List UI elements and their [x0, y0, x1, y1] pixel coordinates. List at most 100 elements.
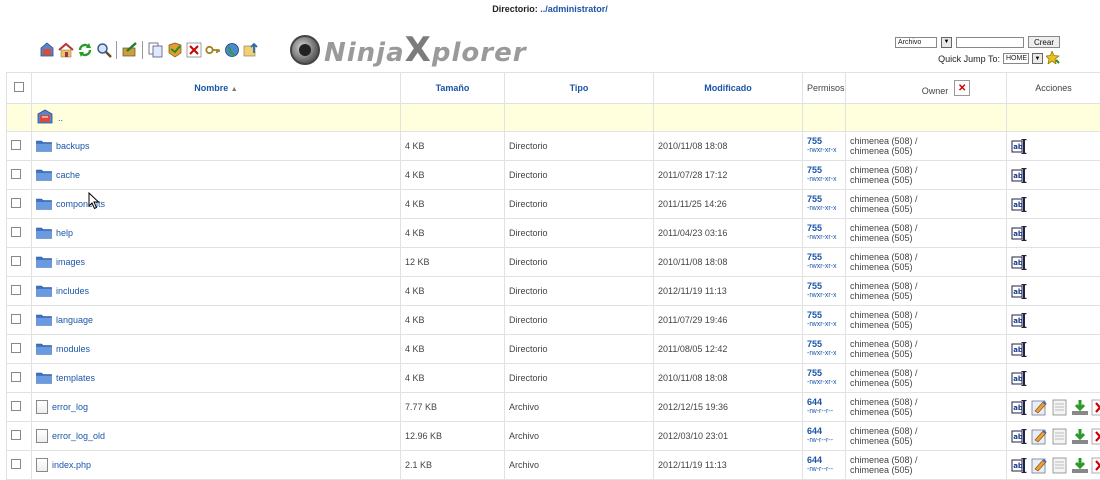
column-header-name[interactable]: Nombre ▲: [32, 73, 401, 104]
row-checkbox[interactable]: [11, 256, 21, 266]
column-header-type[interactable]: Tipo: [505, 73, 654, 104]
file-icon[interactable]: [36, 400, 48, 414]
upload-icon[interactable]: [242, 42, 259, 59]
copy-icon[interactable]: [147, 42, 164, 59]
permission-octal-link[interactable]: 755: [807, 281, 841, 291]
file-name-link[interactable]: modules: [56, 344, 90, 354]
rename-icon[interactable]: ab: [1011, 312, 1029, 329]
folder-icon[interactable]: [36, 284, 52, 299]
permission-string[interactable]: -rwxr-xr-x: [807, 146, 841, 156]
row-checkbox[interactable]: [11, 343, 21, 353]
row-checkbox[interactable]: [11, 314, 21, 324]
permission-octal-link[interactable]: 755: [807, 136, 841, 146]
file-name-link[interactable]: cache: [56, 170, 80, 180]
rename-icon[interactable]: ab: [1011, 283, 1029, 300]
permission-octal-link[interactable]: 755: [807, 165, 841, 175]
search-icon[interactable]: [95, 42, 112, 59]
view-icon[interactable]: [1051, 457, 1069, 474]
table-row[interactable]: templates4 KBDirectorio2010/11/08 18:087…: [7, 364, 1100, 393]
view-icon[interactable]: [1051, 399, 1069, 416]
parent-directory-row[interactable]: ..: [7, 104, 1100, 132]
download-icon[interactable]: [1071, 457, 1089, 474]
select-all-checkbox[interactable]: [14, 82, 24, 92]
delete-icon[interactable]: [185, 42, 202, 59]
permission-octal-link[interactable]: 755: [807, 252, 841, 262]
column-header-size[interactable]: Tamaño: [401, 73, 505, 104]
row-checkbox[interactable]: [11, 459, 21, 469]
permission-octal-link[interactable]: 755: [807, 368, 841, 378]
row-checkbox[interactable]: [11, 198, 21, 208]
quick-jump-dropdown-icon[interactable]: ▼: [1032, 53, 1043, 64]
rename-icon[interactable]: ab: [1011, 196, 1029, 213]
directory-path-link[interactable]: ../administrator/: [540, 4, 608, 14]
row-checkbox[interactable]: [11, 285, 21, 295]
row-checkbox[interactable]: [11, 372, 21, 382]
house-icon[interactable]: [57, 42, 74, 59]
edit-icon[interactable]: [1031, 428, 1049, 445]
permission-string[interactable]: -rw-r--r--: [807, 465, 841, 475]
permission-octal-link[interactable]: 755: [807, 194, 841, 204]
create-type-select[interactable]: Archivo: [895, 37, 937, 48]
rename-icon[interactable]: ab: [1011, 457, 1029, 474]
permission-string[interactable]: -rwxr-xr-x: [807, 349, 841, 359]
table-row[interactable]: backups4 KBDirectorio2010/11/08 18:08755…: [7, 132, 1100, 161]
permission-string[interactable]: -rwxr-xr-x: [807, 233, 841, 243]
folder-icon[interactable]: [36, 255, 52, 270]
table-row[interactable]: language4 KBDirectorio2011/07/29 19:4675…: [7, 306, 1100, 335]
permission-string[interactable]: -rw-r--r--: [807, 407, 841, 417]
permission-string[interactable]: -rw-r--r--: [807, 436, 841, 446]
rename-icon[interactable]: ab: [1011, 428, 1029, 445]
create-button[interactable]: Crear: [1028, 36, 1060, 48]
quick-jump-select[interactable]: HOME: [1003, 53, 1029, 64]
folder-icon[interactable]: [36, 342, 52, 357]
file-name-link[interactable]: language: [56, 315, 93, 325]
rename-icon[interactable]: ab: [1011, 225, 1029, 242]
edit-icon[interactable]: [1031, 399, 1049, 416]
file-name-link[interactable]: error_log_old: [52, 431, 105, 441]
edit-icon[interactable]: [1031, 457, 1049, 474]
rename-icon[interactable]: ab: [1011, 138, 1029, 155]
move-icon[interactable]: [166, 42, 183, 59]
file-name-link[interactable]: help: [56, 228, 73, 238]
rename-icon[interactable]: ab: [1011, 341, 1029, 358]
refresh-icon[interactable]: [76, 42, 93, 59]
permission-octal-link[interactable]: 755: [807, 223, 841, 233]
table-row[interactable]: modules4 KBDirectorio2011/08/05 12:42755…: [7, 335, 1100, 364]
globe-icon[interactable]: [223, 42, 240, 59]
permission-octal-link[interactable]: 755: [807, 310, 841, 320]
home-back-icon[interactable]: [38, 42, 55, 59]
permission-octal-link[interactable]: 644: [807, 397, 841, 407]
permission-octal-link[interactable]: 755: [807, 339, 841, 349]
row-checkbox[interactable]: [11, 169, 21, 179]
delete-icon[interactable]: [1091, 428, 1100, 445]
folder-icon[interactable]: [36, 168, 52, 183]
file-name-link[interactable]: backups: [56, 141, 90, 151]
file-icon[interactable]: [36, 429, 48, 443]
folder-icon[interactable]: [36, 197, 52, 212]
folder-icon[interactable]: [36, 371, 52, 386]
delete-icon[interactable]: [1091, 457, 1100, 474]
delete-icon[interactable]: [1091, 399, 1100, 416]
permission-string[interactable]: -rwxr-xr-x: [807, 320, 841, 330]
permission-octal-link[interactable]: 644: [807, 426, 841, 436]
quick-jump-go-icon[interactable]: [1046, 51, 1060, 66]
table-row[interactable]: cache4 KBDirectorio2011/07/28 17:12755-r…: [7, 161, 1100, 190]
owner-column-close-icon[interactable]: ✕: [954, 80, 970, 96]
rename-icon[interactable]: ab: [1011, 370, 1029, 387]
permission-string[interactable]: -rwxr-xr-x: [807, 204, 841, 214]
permission-string[interactable]: -rwxr-xr-x: [807, 175, 841, 185]
permission-string[interactable]: -rwxr-xr-x: [807, 291, 841, 301]
file-name-link[interactable]: includes: [56, 286, 89, 296]
download-icon[interactable]: [1071, 399, 1089, 416]
create-name-input[interactable]: [956, 37, 1024, 48]
download-icon[interactable]: [1071, 428, 1089, 445]
file-name-link[interactable]: images: [56, 257, 85, 267]
row-checkbox[interactable]: [11, 430, 21, 440]
permission-octal-link[interactable]: 644: [807, 455, 841, 465]
rename-icon[interactable]: ab: [1011, 399, 1029, 416]
parent-directory-icon[interactable]: [36, 109, 54, 127]
rename-icon[interactable]: ab: [1011, 167, 1029, 184]
table-row[interactable]: error_log_old12.96 KBArchivo2012/03/10 2…: [7, 422, 1100, 451]
table-row[interactable]: index.php2.1 KBArchivo2012/11/19 11:1364…: [7, 451, 1100, 480]
file-name-link[interactable]: error_log: [52, 402, 88, 412]
